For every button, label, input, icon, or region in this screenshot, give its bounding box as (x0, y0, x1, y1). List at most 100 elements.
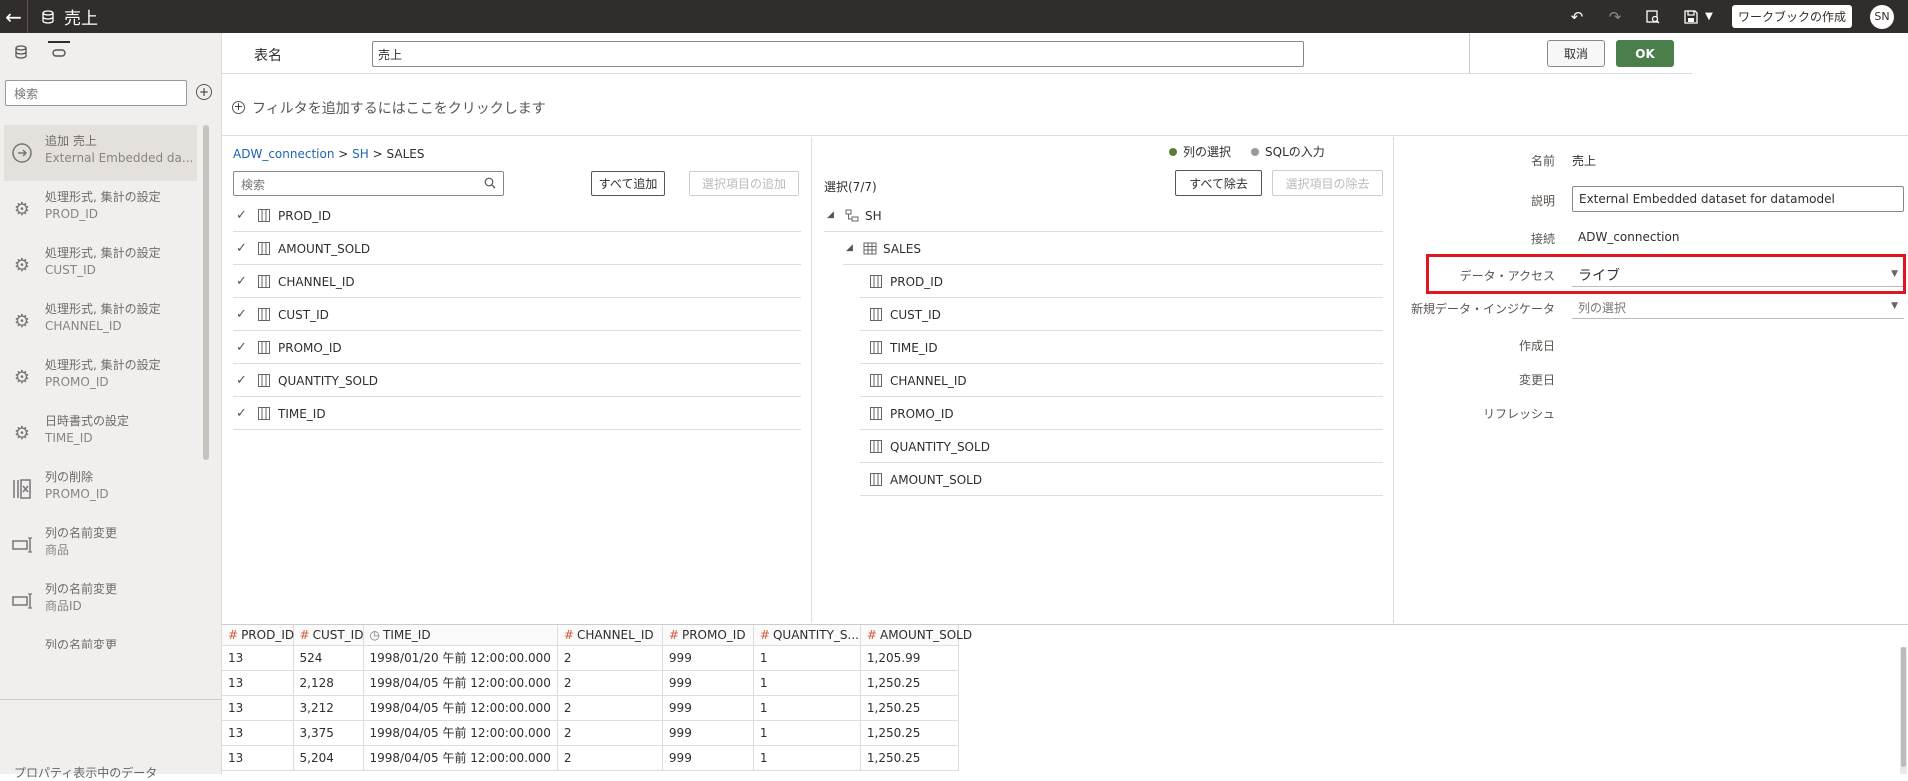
column-search-input[interactable]: 検索 (233, 171, 504, 196)
column-name: CUST_ID (278, 308, 329, 322)
selected-column-row[interactable]: PROD_ID (860, 265, 1383, 298)
create-workbook-button[interactable]: ワークブックの作成 (1731, 5, 1852, 28)
column-icon (258, 341, 270, 354)
step-title: 日時書式の設定 (45, 414, 130, 428)
available-column-row[interactable]: ✓ PROD_ID (233, 199, 801, 232)
table-cell: 3,212 (293, 695, 364, 721)
filter-bar[interactable]: + フィルタを追加するにはここをクリックします (222, 75, 1908, 136)
add-selected-button[interactable]: 選択項目の追加 (689, 171, 799, 196)
table-cell: 2 (557, 745, 663, 771)
indicator-placeholder: 列の選択 (1578, 301, 1627, 315)
save-icon[interactable] (1681, 7, 1701, 27)
step-title: 列の名前変更 (45, 582, 118, 596)
selected-column-row[interactable]: CUST_ID (860, 298, 1383, 331)
breadcrumb-separator: > (372, 147, 383, 161)
table-cell: 1,250.25 (860, 720, 959, 746)
back-arrow-icon[interactable]: ← (0, 0, 28, 33)
highlight-box (1426, 254, 1906, 294)
collapse-triangle-icon[interactable]: ◢ (846, 243, 853, 253)
properties-section-title: プロパティ表示中のデータ (14, 766, 158, 780)
add-step-icon[interactable]: + (196, 84, 212, 100)
schema-icon (845, 209, 859, 222)
available-column-row[interactable]: ✓ CHANNEL_ID (233, 265, 801, 298)
preview-icon[interactable] (1643, 7, 1663, 27)
search-icon[interactable] (484, 177, 496, 189)
tree-node-table[interactable]: ◢ SALES (843, 232, 1383, 265)
table-cell: 13 (222, 720, 294, 746)
table-cell: 1 (753, 645, 861, 671)
step-item[interactable]: 列の名前変更 商品ID (0, 573, 222, 629)
column-header[interactable]: # PROMO_ID (662, 625, 754, 646)
step-subtitle: 商品 (45, 543, 70, 557)
column-header-label: AMOUNT_SOLD (879, 627, 973, 642)
check-icon: ✓ (236, 373, 247, 388)
column-icon (870, 473, 882, 486)
breadcrumb-table: SALES (386, 147, 425, 161)
selected-column-row[interactable]: CHANNEL_ID (860, 364, 1383, 397)
column-header[interactable]: # QUANTITY_S... (753, 625, 861, 646)
data-tab-icon[interactable] (10, 41, 32, 63)
select-columns-radio[interactable]: 列の選択 (1169, 143, 1231, 160)
save-dropdown-icon[interactable]: ▼ (1703, 7, 1715, 27)
steps-tab-icon[interactable] (48, 41, 70, 63)
properties-pane: 名前 売上 説明 External Embedded dataset for d… (1395, 137, 1908, 623)
step-item[interactable]: ⚙ 処理形式, 集計の設定 CUST_ID (0, 237, 222, 293)
column-name: AMOUNT_SOLD (278, 242, 371, 256)
table-cell: 2,128 (293, 670, 364, 696)
radio-label: SQLの入力 (1265, 145, 1325, 159)
selected-column-row[interactable]: TIME_ID (860, 331, 1383, 364)
remove-selected-button[interactable]: 選択項目の除去 (1272, 170, 1383, 196)
available-column-row[interactable]: ✓ CUST_ID (233, 298, 801, 331)
breadcrumb-schema[interactable]: SH (352, 147, 369, 161)
redo-icon[interactable]: ↷ (1605, 7, 1625, 27)
step-item[interactable]: ⚙ 日時書式の設定 TIME_ID (0, 405, 222, 461)
step-item[interactable]: 列の名前変更 商品 (0, 517, 222, 573)
table-cell: 999 (662, 745, 754, 771)
number-type-icon: # (563, 627, 574, 642)
sidebar-scrollbar[interactable] (203, 125, 209, 460)
column-header[interactable]: # PROD_ID (222, 625, 294, 646)
available-column-row[interactable]: ✓ TIME_ID (233, 397, 801, 430)
available-column-row[interactable]: ✓ QUANTITY_SOLD (233, 364, 801, 397)
grid-scrollbar[interactable] (1900, 647, 1907, 774)
breadcrumb-connection[interactable]: ADW_connection (233, 147, 334, 161)
column-icon (870, 275, 882, 288)
selected-column-row[interactable]: PROMO_ID (860, 397, 1383, 430)
remove-all-button[interactable]: すべて除去 (1175, 170, 1262, 196)
ok-button[interactable]: OK (1616, 40, 1674, 67)
new-data-indicator-select[interactable]: 列の選択 ▼ (1572, 295, 1904, 319)
sidebar-search-input[interactable]: 検索 (5, 80, 187, 106)
collapse-triangle-icon[interactable]: ◢ (827, 210, 834, 220)
step-item[interactable]: ⚙ 処理形式, 集計の設定 PROMO_ID (0, 349, 222, 405)
step-subtitle: 商品ID (45, 599, 82, 613)
description-input[interactable]: External Embedded dataset for datamodel (1572, 186, 1904, 212)
breadcrumb: ADW_connection > SH > SALES (233, 147, 424, 161)
available-column-row[interactable]: ✓ PROMO_ID (233, 331, 801, 364)
column-header[interactable]: # AMOUNT_SOLD (860, 625, 972, 646)
table-name-input[interactable]: 売上 (372, 41, 1304, 67)
cancel-button[interactable]: 取消 (1547, 40, 1605, 67)
add-filter-text[interactable]: フィルタを追加するにはここをクリックします (252, 98, 546, 118)
column-header[interactable]: # CHANNEL_ID (557, 625, 663, 646)
column-header[interactable]: ◷ TIME_ID (363, 625, 558, 646)
avatar[interactable]: SN (1870, 4, 1894, 29)
add-filter-icon[interactable]: + (232, 101, 245, 114)
enter-sql-radio[interactable]: SQLの入力 (1251, 143, 1325, 160)
step-item[interactable]: ⚙ 処理形式, 集計の設定 PROD_ID (0, 181, 222, 237)
step-subtitle: CUST_ID (45, 263, 96, 277)
column-name: TIME_ID (890, 341, 938, 355)
column-header[interactable]: # CUST_ID (293, 625, 364, 646)
divider (1469, 33, 1470, 74)
selected-column-row[interactable]: QUANTITY_SOLD (860, 430, 1383, 463)
step-item-add-source[interactable]: 追加 売上 External Embedded da... (4, 125, 197, 181)
tree-node-schema[interactable]: ◢ SH (824, 199, 1383, 232)
step-item[interactable]: 列の削除 PROMO_ID (0, 461, 222, 517)
step-item[interactable]: 列の名前変更 (0, 629, 222, 649)
available-column-row[interactable]: ✓ AMOUNT_SOLD (233, 232, 801, 265)
add-all-button[interactable]: すべて追加 (591, 171, 665, 196)
rename-icon (10, 533, 34, 557)
undo-icon[interactable]: ↶ (1567, 7, 1587, 27)
step-item[interactable]: ⚙ 処理形式, 集計の設定 CHANNEL_ID (0, 293, 222, 349)
arrow-right-circle-icon (10, 141, 34, 165)
selected-column-row[interactable]: AMOUNT_SOLD (860, 463, 1383, 496)
